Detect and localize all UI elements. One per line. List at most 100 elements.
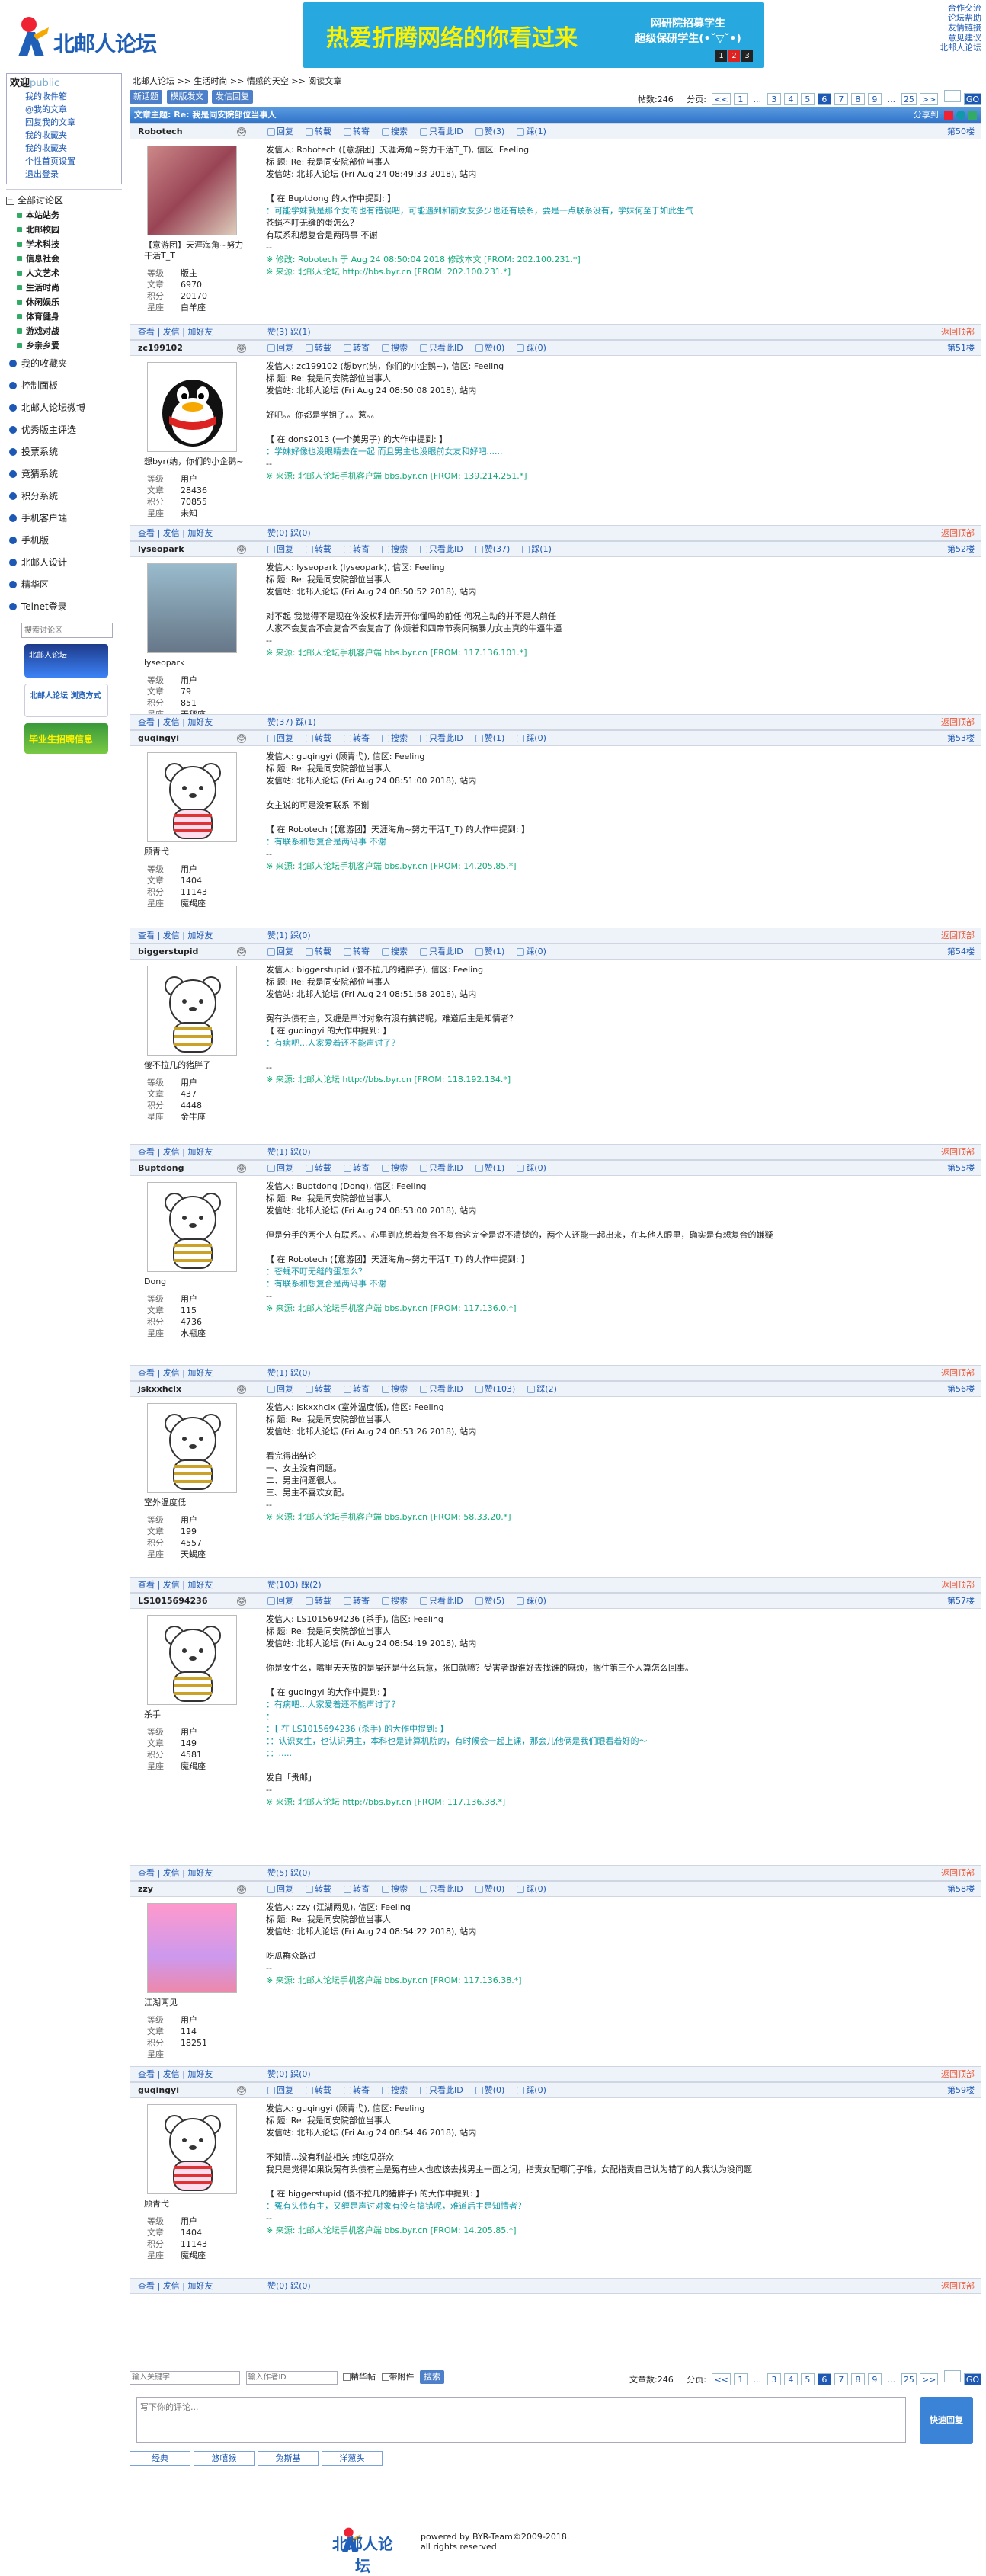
post-action-like-icon[interactable]: 赞(37) bbox=[475, 544, 517, 554]
post-action-filter-user-icon[interactable]: 只看此ID bbox=[420, 1596, 469, 1606]
post-action-reply-icon[interactable]: 回复 bbox=[267, 1163, 299, 1173]
post-action-reply-icon[interactable]: 回复 bbox=[267, 1884, 299, 1894]
user-menu-item[interactable]: @我的文章 bbox=[25, 104, 67, 114]
post-action-dislike-icon[interactable]: 踩(0) bbox=[517, 1163, 552, 1173]
mail-button[interactable]: 发信 bbox=[163, 327, 180, 337]
dislike-button[interactable]: 踩(0) bbox=[290, 1868, 311, 1878]
post-action-like-icon[interactable]: 赞(1) bbox=[475, 947, 511, 956]
post-action-search-icon[interactable]: 搜索 bbox=[382, 733, 414, 743]
user-menu-item[interactable]: 个性首页设置 bbox=[25, 156, 75, 166]
avatar[interactable] bbox=[147, 563, 237, 653]
post-action-like-icon[interactable]: 赞(5) bbox=[475, 1596, 511, 1606]
post-action-search-icon[interactable]: 搜索 bbox=[382, 1596, 414, 1606]
floor-number[interactable]: 第58楼 bbox=[947, 1882, 975, 1897]
post-action-like-icon[interactable]: 赞(103) bbox=[475, 1384, 522, 1394]
avatar[interactable] bbox=[147, 1403, 237, 1493]
mail-button[interactable]: 发信 bbox=[163, 528, 180, 538]
post-action-reply-icon[interactable]: 回复 bbox=[267, 947, 299, 956]
post-action-forward-icon[interactable]: 转载 bbox=[306, 1596, 338, 1606]
mail-button[interactable]: 发信 bbox=[163, 1868, 180, 1878]
like-button[interactable]: 赞(0) bbox=[267, 2281, 288, 2291]
view-button[interactable]: 查看 bbox=[138, 528, 155, 538]
post-action-dislike-icon[interactable]: 踩(0) bbox=[517, 1596, 552, 1606]
page-link[interactable]: << bbox=[712, 2373, 731, 2385]
page-link-current[interactable]: 6 bbox=[817, 2373, 831, 2385]
post-action-dislike-icon[interactable]: 踩(0) bbox=[517, 2085, 552, 2095]
breadcrumb[interactable]: 北邮人论坛 >> 生活时尚 >> 情感的天空 >> 阅读文章 bbox=[130, 73, 981, 90]
quick-reply-button[interactable]: 快速回复 bbox=[920, 2397, 973, 2444]
view-button[interactable]: 查看 bbox=[138, 327, 155, 337]
like-button[interactable]: 赞(103) bbox=[267, 1580, 299, 1590]
post-action-repost-icon[interactable]: 转寄 bbox=[344, 1163, 376, 1173]
share-weibo-icon[interactable] bbox=[944, 111, 953, 120]
post-action-repost-icon[interactable]: 转寄 bbox=[344, 1384, 376, 1394]
avatar[interactable] bbox=[147, 2104, 237, 2194]
post-action-search-icon[interactable]: 搜索 bbox=[382, 127, 414, 136]
avatar[interactable] bbox=[147, 362, 237, 452]
post-action-search-icon[interactable]: 搜索 bbox=[382, 544, 414, 554]
post-action-reply-icon[interactable]: 回复 bbox=[267, 343, 299, 353]
post-author[interactable]: lyseopark bbox=[138, 542, 184, 557]
post-action-dislike-icon[interactable]: 踩(2) bbox=[527, 1384, 563, 1394]
post-action-repost-icon[interactable]: 转寄 bbox=[344, 1596, 376, 1606]
mail-button[interactable]: 发信 bbox=[163, 2069, 180, 2079]
ad-banner[interactable]: 热爱折腾网络的你看过来 网研院招募学生 超级保研学生(•ˇ▽ˇ•) 123 bbox=[303, 2, 764, 68]
keyword-search-input[interactable] bbox=[130, 2370, 240, 2385]
post-action-search-icon[interactable]: 搜索 bbox=[382, 1163, 414, 1173]
badge-weibo[interactable]: 北邮人论坛 bbox=[24, 644, 108, 678]
user-menu-item[interactable]: 我的收件箱 bbox=[25, 91, 67, 101]
post-action-repost-icon[interactable]: 转寄 bbox=[344, 544, 376, 554]
share-wechat-icon[interactable] bbox=[968, 111, 977, 120]
like-button[interactable]: 赞(3) bbox=[267, 327, 288, 337]
dislike-button[interactable]: 踩(1) bbox=[296, 717, 316, 727]
post-action-like-icon[interactable]: 赞(1) bbox=[475, 733, 511, 743]
post-action-forward-icon[interactable]: 转载 bbox=[306, 1384, 338, 1394]
post-author[interactable]: Buptdong bbox=[138, 1161, 184, 1176]
avatar[interactable] bbox=[147, 966, 237, 1056]
dislike-button[interactable]: 踩(2) bbox=[301, 1580, 322, 1590]
new-topic-button[interactable]: 新话题 bbox=[130, 90, 162, 104]
view-button[interactable]: 查看 bbox=[138, 1580, 155, 1590]
template-post-button[interactable]: 模版发文 bbox=[166, 90, 208, 104]
top-link[interactable]: 北邮人论坛 bbox=[940, 43, 981, 53]
page-link[interactable]: 7 bbox=[834, 2373, 848, 2385]
floor-number[interactable]: 第53楼 bbox=[947, 731, 975, 746]
dislike-button[interactable]: 踩(0) bbox=[290, 1147, 311, 1157]
nav-item[interactable]: 控制面板 bbox=[6, 375, 122, 397]
mail-button[interactable]: 发信 bbox=[163, 1368, 180, 1378]
post-action-dislike-icon[interactable]: 踩(0) bbox=[517, 1884, 552, 1894]
back-to-top-link[interactable]: 返回顶部 bbox=[941, 2279, 975, 2294]
nav-item[interactable]: 我的收藏夹 bbox=[6, 353, 122, 375]
board-item[interactable]: 本站站务 bbox=[6, 208, 122, 223]
avatar[interactable] bbox=[147, 1615, 237, 1705]
post-author[interactable]: Robotech bbox=[138, 124, 183, 139]
dislike-button[interactable]: 踩(0) bbox=[290, 931, 311, 940]
page-link[interactable]: 5 bbox=[800, 2373, 815, 2385]
post-action-reply-icon[interactable]: 回复 bbox=[267, 1596, 299, 1606]
board-item[interactable]: 乡亲乡爱 bbox=[6, 338, 122, 353]
user-menu-item[interactable]: 我的收藏夹 bbox=[25, 130, 67, 140]
page-link[interactable]: 1 bbox=[733, 93, 748, 105]
view-button[interactable]: 查看 bbox=[138, 2069, 155, 2079]
board-item[interactable]: 信息社会 bbox=[6, 252, 122, 266]
banner-dot[interactable]: 3 bbox=[741, 50, 753, 62]
nav-item[interactable]: 积分系统 bbox=[6, 485, 122, 508]
post-action-dislike-icon[interactable]: 踩(1) bbox=[522, 544, 558, 554]
post-action-search-icon[interactable]: 搜索 bbox=[382, 343, 414, 353]
like-button[interactable]: 赞(1) bbox=[267, 1147, 288, 1157]
badge-browse[interactable]: 北邮人论坛 浏览方式 bbox=[24, 684, 108, 717]
floor-number[interactable]: 第54楼 bbox=[947, 944, 975, 960]
add-friend-button[interactable]: 加好友 bbox=[187, 528, 213, 538]
add-friend-button[interactable]: 加好友 bbox=[187, 2069, 213, 2079]
all-boards-label[interactable]: 全部讨论区 bbox=[18, 195, 63, 206]
top-link[interactable]: 意见建议 bbox=[948, 33, 981, 43]
nav-item[interactable]: 优秀版主评选 bbox=[6, 419, 122, 441]
share-qq-icon[interactable] bbox=[956, 111, 965, 120]
nav-item[interactable]: 精华区 bbox=[6, 574, 122, 596]
page-link-current[interactable]: 6 bbox=[817, 93, 831, 105]
dislike-button[interactable]: 踩(0) bbox=[290, 1368, 311, 1378]
post-action-repost-icon[interactable]: 转寄 bbox=[344, 1884, 376, 1894]
post-action-reply-icon[interactable]: 回复 bbox=[267, 127, 299, 136]
attach-checkbox[interactable] bbox=[381, 2373, 389, 2381]
mail-button[interactable]: 发信 bbox=[163, 2281, 180, 2291]
